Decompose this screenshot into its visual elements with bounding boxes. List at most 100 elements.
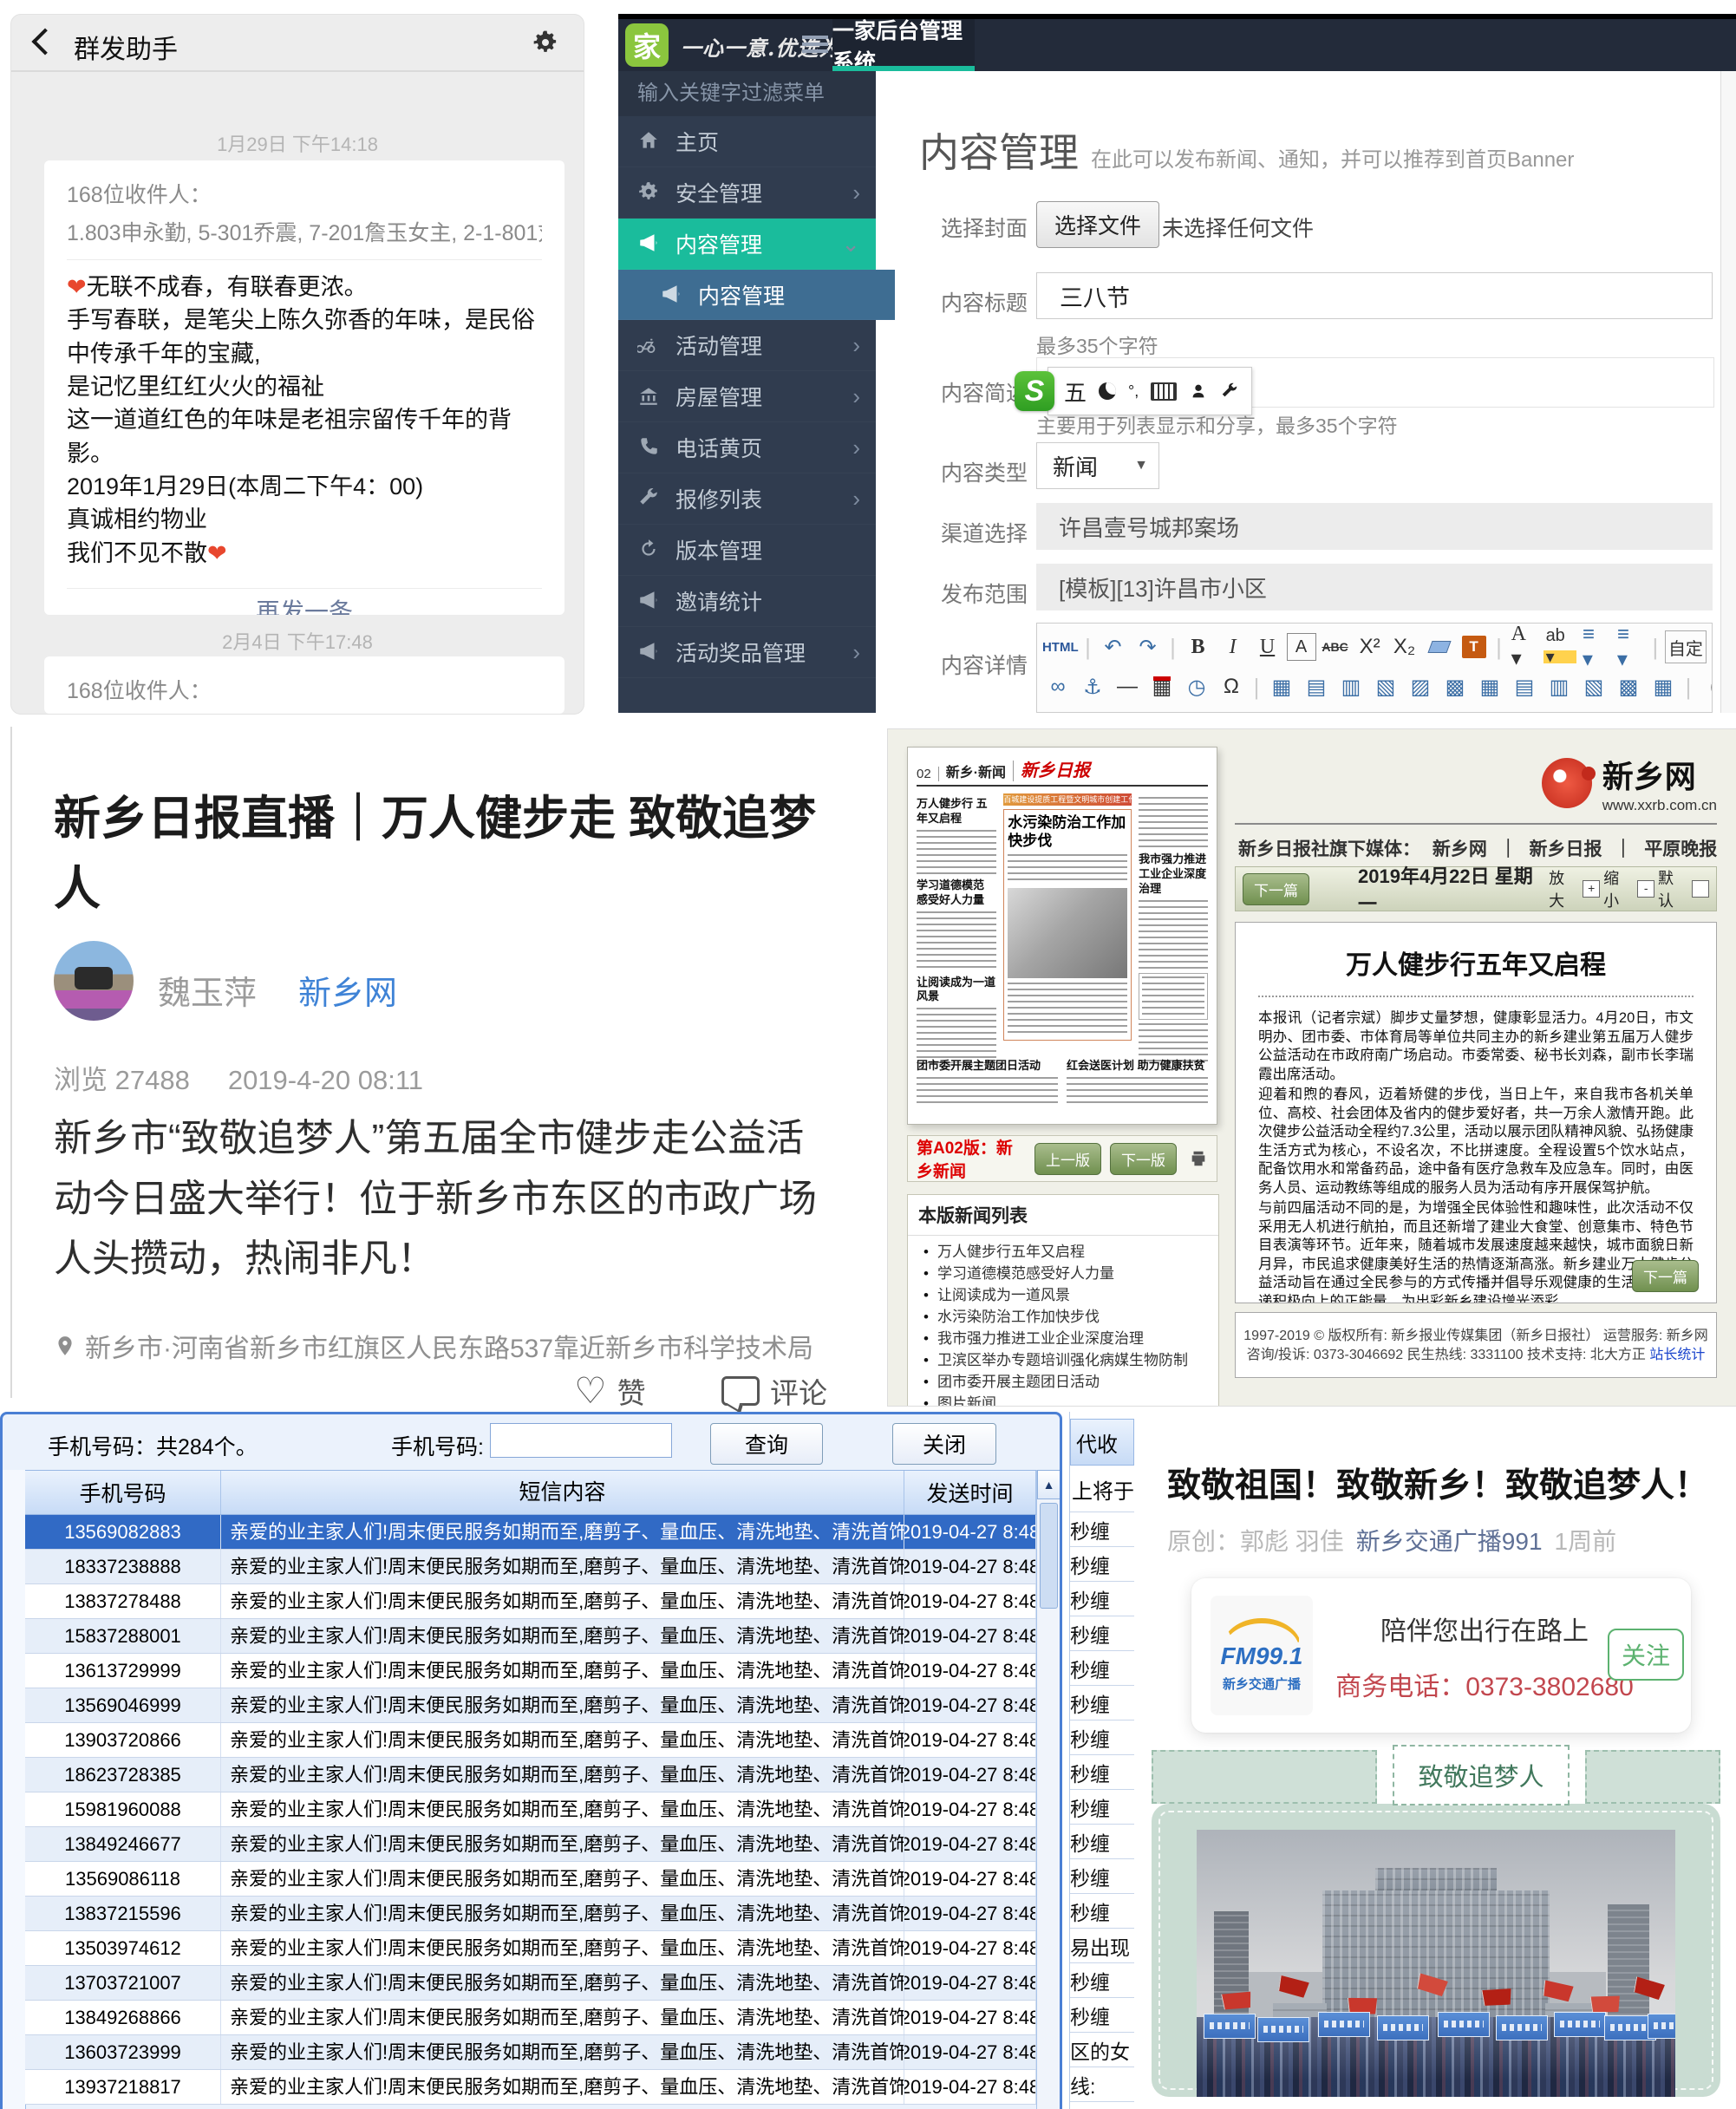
editor-blue-icon[interactable]: ▤: [1509, 670, 1540, 703]
sidebar-item-活动管理[interactable]: 活动管理›: [618, 320, 876, 371]
author-name[interactable]: 魏玉萍: [158, 966, 257, 1014]
sidebar-item-内容管理[interactable]: 内容管理⌄: [618, 219, 876, 270]
table-row[interactable]: 13849246677亲爱的业主家人们!周末便民服务如期而至,磨剪子、量血压、清…: [25, 1827, 1036, 1862]
sogou-logo-icon[interactable]: S: [1015, 371, 1054, 411]
next-article-button[interactable]: 下一篇: [1632, 1260, 1699, 1292]
reset-icon[interactable]: [1692, 880, 1709, 898]
editor-blue-icon[interactable]: ▨: [1405, 670, 1436, 703]
editor-italic-icon[interactable]: I: [1217, 630, 1249, 663]
menu-icon[interactable]: [802, 36, 828, 55]
reset-label[interactable]: 默认: [1658, 866, 1688, 911]
editor-eraser-icon[interactable]: [1424, 630, 1455, 663]
table-row[interactable]: 13703721007亲爱的业主家人们!周末便民服务如期而至,磨剪子、量血压、清…: [25, 1966, 1036, 2001]
source-link[interactable]: 新乡网: [298, 966, 397, 1014]
next-page-button[interactable]: 下一版: [1110, 1143, 1177, 1175]
editor-blue-icon[interactable]: ▥: [1335, 670, 1367, 703]
moon-mode-icon[interactable]: [1099, 382, 1116, 400]
table-row[interactable]: 18337238888亲爱的业主家人们!周末便民服务如期而至,磨剪子、量血压、清…: [25, 1550, 1036, 1584]
editor-blue-icon[interactable]: ◷: [1181, 670, 1212, 703]
table-row[interactable]: 13849268866亲爱的业主家人们!周末便民服务如期而至,磨剪子、量血压、清…: [25, 2001, 1036, 2035]
account-link[interactable]: 新乡交通广播991: [1356, 1528, 1543, 1555]
news-list-item[interactable]: 图片新闻: [937, 1393, 1218, 1407]
table-row[interactable]: 13903720866亲爱的业主家人们!周末便民服务如期而至,磨剪子、量血压、清…: [25, 1723, 1036, 1758]
table-row[interactable]: 15981960088亲爱的业主家人们!周末便民服务如期而至,磨剪子、量血压、清…: [25, 1792, 1036, 1827]
scope-field[interactable]: [模板][13]许昌市小区: [1036, 564, 1713, 610]
resend-button[interactable]: 再发一条: [67, 588, 542, 615]
printer-icon[interactable]: [1189, 1149, 1208, 1168]
sidebar-item-电话黄页[interactable]: 电话黄页›: [618, 422, 876, 473]
media-link[interactable]: 平原晚报: [1644, 839, 1717, 859]
editor-blue-icon[interactable]: ▤: [1301, 670, 1332, 703]
person-icon[interactable]: [1189, 382, 1208, 401]
table-row[interactable]: 18623728385亲爱的业主家人们!周末便民服务如期而至,磨剪子、量血压、清…: [25, 1758, 1036, 1792]
sidebar-item-房屋管理[interactable]: 房屋管理›: [618, 371, 876, 422]
news-list-item[interactable]: 水污染防治工作加快步伐: [937, 1306, 1218, 1328]
editor-blue-icon[interactable]: ⚓: [1077, 670, 1108, 703]
editor-hl-icon[interactable]: ab ▾: [1543, 630, 1576, 663]
news-list-item[interactable]: 卫滨区举办专题培训强化病媒生物防制: [937, 1349, 1218, 1371]
follow-button[interactable]: 关注: [1608, 1629, 1684, 1681]
media-link[interactable]: 新乡日报: [1530, 839, 1602, 859]
channel-field[interactable]: 许昌壹号城邦案场: [1036, 503, 1713, 550]
table-row[interactable]: 13837278488亲爱的业主家人们!周末便民服务如期而至,磨剪子、量血压、清…: [25, 1584, 1036, 1619]
newspaper-page-image[interactable]: 02 新乡·新闻 新乡日报 万人健步行 五年又启程 学习道德模范 感受好人力量 …: [907, 747, 1217, 1125]
table-row[interactable]: 13503974612亲爱的业主家人们!周末便民服务如期而至,磨剪子、量血压、清…: [25, 1931, 1036, 1966]
editor-blue-icon[interactable]: ∞: [1042, 670, 1074, 703]
sent-message-card[interactable]: 168位收件人：: [44, 656, 565, 714]
editor-blue-icon[interactable]: ▩: [1439, 670, 1471, 703]
wrench-icon[interactable]: [1220, 382, 1239, 401]
editor-blue-icon[interactable]: ▦: [1474, 670, 1505, 703]
table-row[interactable]: 13937218817亲爱的业主家人们!周末便民服务如期而至,磨剪子、量血压、清…: [25, 2070, 1036, 2105]
table-row[interactable]: 13569086118亲爱的业主家人们!周末便民服务如期而至,磨剪子、量血压、清…: [25, 1862, 1036, 1897]
editor-blue-icon[interactable]: ↷: [1132, 630, 1164, 663]
editor-blue-icon[interactable]: ▧: [1578, 670, 1609, 703]
editor-blue-icon[interactable]: ▦: [1266, 670, 1297, 703]
column-header-message[interactable]: 短信内容: [221, 1471, 904, 1514]
sogou-ime-toolbar[interactable]: S 五 °,: [1015, 366, 1252, 416]
editor-icon[interactable]: —: [1112, 670, 1143, 703]
editor-color-icon[interactable]: A ▾: [1509, 630, 1540, 663]
sidebar-item-版本管理[interactable]: 版本管理: [618, 525, 876, 576]
comment-button[interactable]: 评论: [721, 1370, 827, 1412]
table-row[interactable]: 13837215596亲爱的业主家人们!周末便民服务如期而至,磨剪子、量血压、清…: [25, 1897, 1036, 1931]
scrollbar[interactable]: ▲: [1036, 1470, 1061, 2109]
sidebar-item-安全管理[interactable]: 安全管理›: [618, 167, 876, 219]
footer-stats-link[interactable]: 站长统计: [1649, 1348, 1705, 1362]
editor-icon[interactable]: X₂: [1389, 630, 1420, 663]
zoom-in-icon[interactable]: +: [1583, 880, 1600, 898]
table-row[interactable]: 13569046999亲爱的业主家人们!周末便民服务如期而至,磨剪子、量血压、清…: [25, 1688, 1036, 1723]
editor-strike-icon[interactable]: ABC: [1320, 630, 1351, 663]
news-list-item[interactable]: 我市强力推进工业企业深度治理: [937, 1328, 1218, 1349]
media-link[interactable]: 新乡网: [1433, 839, 1487, 859]
sidebar-item-内容管理[interactable]: 内容管理: [618, 270, 895, 320]
gear-icon[interactable]: [532, 29, 559, 56]
sent-message-card[interactable]: 168位收件人： 1.803申永勤, 5-301乔震, 7-201詹玉女主, 2…: [44, 160, 565, 615]
location-row[interactable]: 新乡市·河南省新乡市红旗区人民东路537靠近新乡市科学技术局: [54, 1327, 813, 1365]
column-header-time[interactable]: 发送时间: [904, 1471, 1036, 1514]
sidebar-item-主页[interactable]: 主页: [618, 116, 876, 167]
title-input[interactable]: [1036, 272, 1713, 319]
scrollbar[interactable]: [1720, 71, 1736, 713]
column-header-phone[interactable]: 手机号码: [25, 1471, 221, 1514]
sidebar-item-邀请统计[interactable]: 邀请统计: [618, 576, 876, 627]
sidebar-item-活动奖品管理[interactable]: 活动奖品管理›: [618, 627, 876, 678]
wubi-icon[interactable]: 五: [1064, 375, 1087, 408]
table-row[interactable]: 13613729999亲爱的业主家人们!周末便民服务如期而至,磨剪子、量血压、清…: [25, 1654, 1036, 1688]
query-button[interactable]: 查询: [710, 1423, 823, 1465]
editor-cal-icon[interactable]: ▦: [1146, 670, 1178, 703]
back-icon[interactable]: [31, 28, 58, 55]
editor-blue-icon[interactable]: ▥: [1543, 670, 1575, 703]
table-row[interactable]: 13603723999亲爱的业主家人们!周末便民服务如期而至,磨剪子、量血压、清…: [25, 2035, 1036, 2070]
sidebar-item-报修列表[interactable]: 报修列表›: [618, 473, 876, 525]
phone-search-input[interactable]: [490, 1423, 672, 1458]
editor-blue-icon[interactable]: ▩: [1613, 670, 1644, 703]
zoom-in-label[interactable]: 放大: [1549, 866, 1579, 911]
news-list-item[interactable]: 让阅读成为一道风景: [937, 1284, 1218, 1306]
editor-bold-icon[interactable]: B: [1183, 630, 1214, 663]
keyboard-icon[interactable]: [1151, 382, 1177, 401]
avatar[interactable]: [54, 941, 134, 1021]
news-list-item[interactable]: 万人健步行五年又启程: [937, 1241, 1218, 1263]
choose-file-button[interactable]: 选择文件: [1036, 201, 1159, 248]
editor-paste-icon[interactable]: T: [1459, 630, 1490, 663]
editor-icon[interactable]: (: [1698, 670, 1713, 703]
